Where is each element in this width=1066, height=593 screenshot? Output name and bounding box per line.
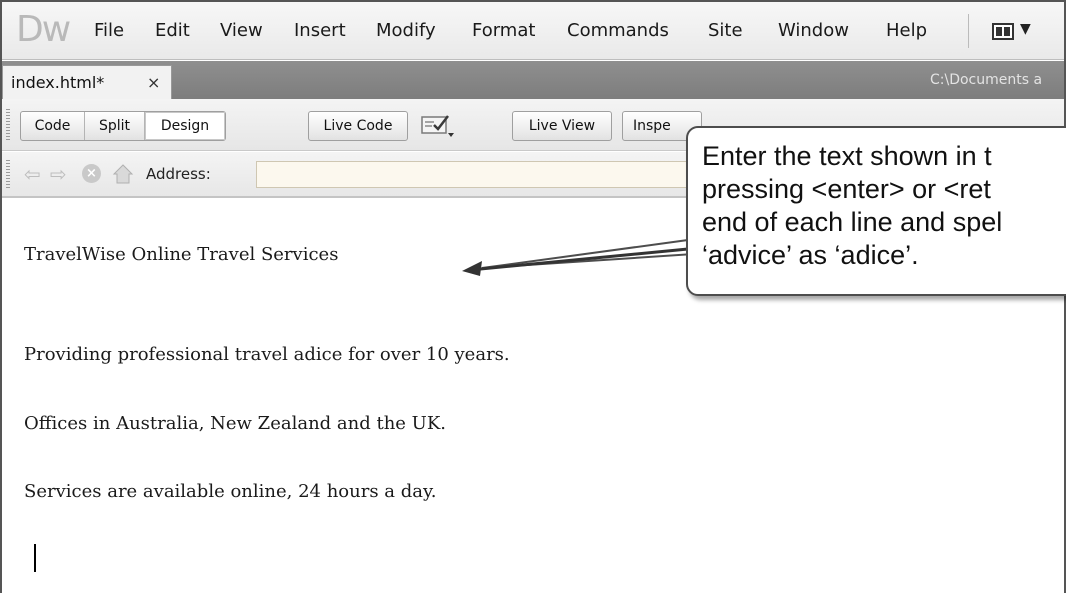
paragraph-services[interactable]: Services are available online, 24 hours … [24,481,437,502]
code-view-button[interactable]: Code [21,112,85,140]
paragraph-advice[interactable]: Providing professional travel adice for … [24,344,510,365]
menu-separator [968,14,969,48]
menu-modify[interactable]: Modify [376,20,436,42]
menu-bar: Dw File Edit View Insert Modify Format C… [2,2,1064,60]
addressbar-grip[interactable] [6,160,10,188]
menu-insert[interactable]: Insert [294,20,346,42]
document-toolbar: Code Split Design Live Code Live View In… [2,99,1064,151]
tab-label: index.html* [11,73,105,92]
layout-icon [992,23,1014,40]
layout-switcher-button[interactable]: ▼ [992,19,1040,45]
close-icon[interactable]: × [147,73,160,92]
menu-window[interactable]: Window [778,20,849,42]
live-view-button[interactable]: Live View [512,111,612,141]
design-view-canvas[interactable]: TravelWise Online Travel Services Provid… [2,200,1064,593]
menu-view[interactable]: View [220,20,263,42]
tab-index-html[interactable]: index.html* × [2,65,172,99]
paragraph-heading[interactable]: TravelWise Online Travel Services [24,244,338,265]
document-tab-bar: index.html* × C:\Documents a [2,61,1064,99]
view-mode-group: Code Split Design [20,111,226,141]
dreamweaver-logo: Dw [16,9,71,50]
stop-icon[interactable]: × [82,164,101,183]
address-bar: ⇦ ⇨ × Address: [2,152,1064,198]
file-path: C:\Documents a [930,72,1043,88]
text-cursor [34,544,36,572]
toolbar-grip[interactable] [6,109,10,141]
address-label: Address: [146,165,211,183]
menu-file[interactable]: File [94,20,124,42]
menu-help[interactable]: Help [886,20,927,42]
menu-commands[interactable]: Commands [567,20,669,42]
menu-format[interactable]: Format [472,20,535,42]
split-view-button[interactable]: Split [85,112,145,140]
paragraph-offices[interactable]: Offices in Australia, New Zealand and th… [24,413,446,434]
chevron-down-icon: ▼ [1020,21,1031,37]
dreamweaver-window: Dw File Edit View Insert Modify Format C… [0,0,1066,593]
address-input[interactable] [256,161,1056,188]
design-view-button[interactable]: Design [145,112,225,140]
home-icon[interactable] [112,163,134,185]
check-browser-icon[interactable] [420,113,456,139]
live-code-button[interactable]: Live Code [308,111,408,141]
inspect-button[interactable]: Inspe [622,111,702,141]
back-arrow-icon[interactable]: ⇦ [24,163,41,185]
menu-site[interactable]: Site [708,20,743,42]
menu-edit[interactable]: Edit [155,20,190,42]
forward-arrow-icon[interactable]: ⇨ [50,163,67,185]
